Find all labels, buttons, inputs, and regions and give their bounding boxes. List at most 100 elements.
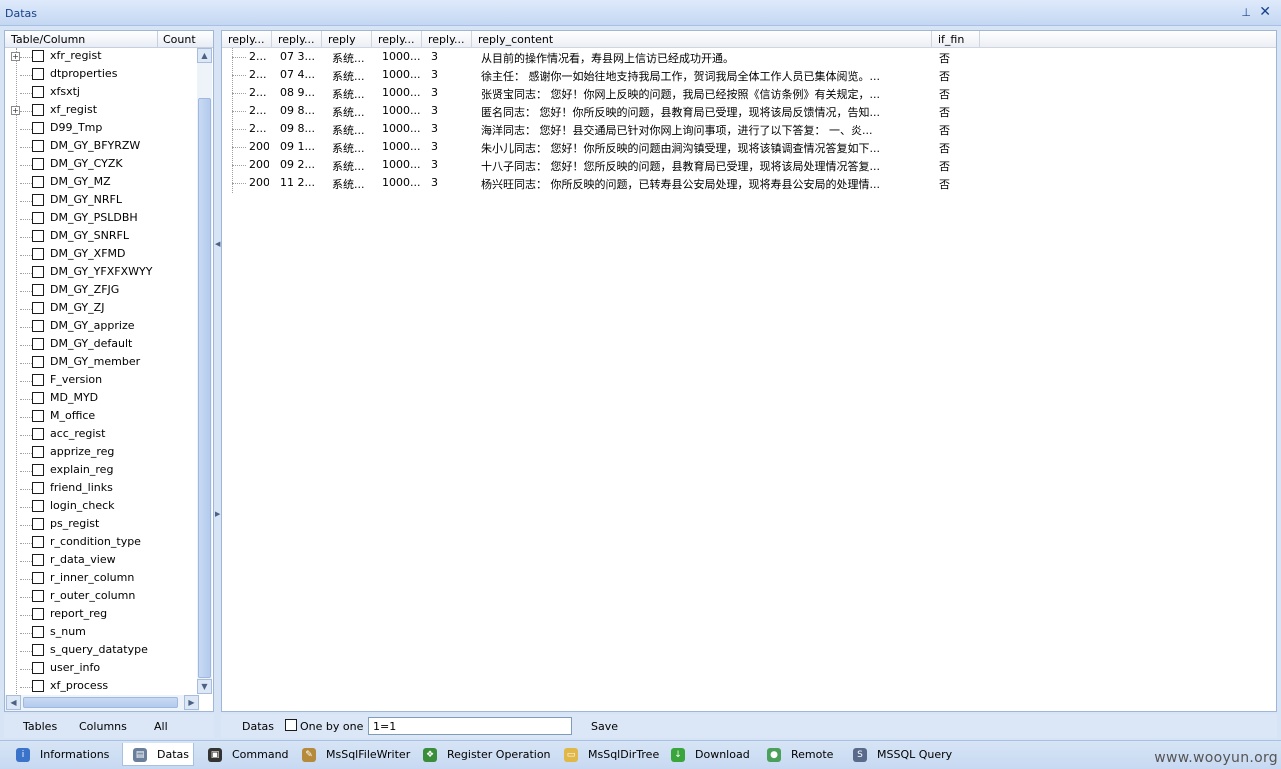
tree-item-checkbox[interactable] bbox=[32, 104, 44, 116]
grid-column-header[interactable]: reply... bbox=[272, 31, 322, 47]
grid-column-header[interactable]: if_fin bbox=[932, 31, 980, 47]
tree-item[interactable]: report_reg bbox=[5, 606, 199, 624]
table-row[interactable]: 2007 09 2... 系统... 1000... 3 十八子同志： 您好！您所反映的问… bbox=[222, 156, 1276, 174]
grid-column-header[interactable]: reply... bbox=[222, 31, 272, 47]
tree-item-checkbox[interactable] bbox=[32, 338, 44, 350]
tree-item-checkbox[interactable] bbox=[32, 626, 44, 638]
tree-item[interactable]: user_info bbox=[5, 660, 199, 678]
tree-item[interactable]: D99_Tmp bbox=[5, 120, 199, 138]
scroll-thumb[interactable] bbox=[198, 98, 211, 678]
tree-item[interactable]: + xf_regist bbox=[5, 102, 199, 120]
tree-item[interactable]: F_version bbox=[5, 372, 199, 390]
tab-command[interactable]: ▣ Command bbox=[198, 743, 289, 766]
where-condition-input[interactable] bbox=[368, 717, 572, 735]
tree-item[interactable]: login_check bbox=[5, 498, 199, 516]
tree-item[interactable]: DM_GY_apprize bbox=[5, 318, 199, 336]
tree-item-checkbox[interactable] bbox=[32, 536, 44, 548]
tree-item[interactable]: DM_GY_MZ bbox=[5, 174, 199, 192]
tree-item-checkbox[interactable] bbox=[32, 302, 44, 314]
tree-item-checkbox[interactable] bbox=[32, 68, 44, 80]
scroll-left-icon[interactable]: ◀ bbox=[6, 695, 21, 710]
tree-item[interactable]: DM_GY_XFMD bbox=[5, 246, 199, 264]
tree-item-checkbox[interactable] bbox=[32, 644, 44, 656]
tree-item-checkbox[interactable] bbox=[32, 608, 44, 620]
tab-remote[interactable]: ● Remote bbox=[757, 743, 839, 766]
close-icon[interactable]: ✕ bbox=[1259, 4, 1271, 20]
table-row[interactable]: 2... 08 9... 系统... 1000... 3 张贤宝同志： 您好！你网上反映的… bbox=[222, 84, 1276, 102]
save-button[interactable]: Save bbox=[591, 720, 618, 733]
grid-column-header[interactable]: reply... bbox=[422, 31, 472, 47]
hscroll-thumb[interactable] bbox=[23, 697, 178, 708]
tree-item-checkbox[interactable] bbox=[32, 320, 44, 332]
tab-mssql-query[interactable]: S MSSQL Query bbox=[843, 743, 953, 766]
tree-item-checkbox[interactable] bbox=[32, 176, 44, 188]
tree-item[interactable]: explain_reg bbox=[5, 462, 199, 480]
tree-item[interactable]: DM_GY_PSLDBH bbox=[5, 210, 199, 228]
tree-item-checkbox[interactable] bbox=[32, 266, 44, 278]
tree-item[interactable]: ps_regist bbox=[5, 516, 199, 534]
table-row[interactable]: 2... 09 8... 系统... 1000... 3 匿名同志： 您好！你所反映的问题… bbox=[222, 102, 1276, 120]
tab-register-operation[interactable]: ❖ Register Operation bbox=[413, 743, 551, 766]
grid-column-header[interactable]: reply... bbox=[372, 31, 422, 47]
tab-columns[interactable]: Columns bbox=[79, 720, 127, 733]
tree-item-checkbox[interactable] bbox=[32, 518, 44, 530]
tree-item[interactable]: xf_process bbox=[5, 678, 199, 694]
table-row[interactable]: 2007 11 2... 系统... 1000... 3 杨兴旺同志： 你所反映的问题，已… bbox=[222, 174, 1276, 192]
tree-item[interactable]: xfsxtj bbox=[5, 84, 199, 102]
tab-tables[interactable]: Tables bbox=[23, 720, 57, 733]
tree-item[interactable]: r_inner_column bbox=[5, 570, 199, 588]
tree-item[interactable]: dtproperties bbox=[5, 66, 199, 84]
panel-splitter[interactable]: ◀ ▶ bbox=[214, 30, 220, 712]
expand-icon[interactable]: + bbox=[11, 52, 20, 61]
tree-item[interactable]: s_num bbox=[5, 624, 199, 642]
tree-item[interactable]: r_condition_type bbox=[5, 534, 199, 552]
grid-column-header[interactable]: reply bbox=[322, 31, 372, 47]
tree-item-checkbox[interactable] bbox=[32, 86, 44, 98]
tree-item-checkbox[interactable] bbox=[32, 428, 44, 440]
tree-item[interactable]: DM_GY_BFYRZW bbox=[5, 138, 199, 156]
tree-item-checkbox[interactable] bbox=[32, 158, 44, 170]
tree-item-checkbox[interactable] bbox=[32, 140, 44, 152]
tree-item-checkbox[interactable] bbox=[32, 50, 44, 62]
tree-item[interactable]: DM_GY_ZFJG bbox=[5, 282, 199, 300]
tree-item-checkbox[interactable] bbox=[32, 590, 44, 602]
tree-item-checkbox[interactable] bbox=[32, 464, 44, 476]
pin-icon[interactable]: ⊥ bbox=[1241, 6, 1251, 19]
table-row[interactable]: 2007 09 1... 系统... 1000... 3 朱小儿同志： 您好！你所反映的问… bbox=[222, 138, 1276, 156]
tree-item[interactable]: MD_MYD bbox=[5, 390, 199, 408]
tree-item[interactable]: DM_GY_YFXFXWYY bbox=[5, 264, 199, 282]
table-row[interactable]: 2... 09 8... 系统... 1000... 3 海洋同志： 您好！县交通局已针对… bbox=[222, 120, 1276, 138]
tab-mssqlfilewriter[interactable]: ✎ MsSqlFileWriter bbox=[292, 743, 410, 766]
datas-button[interactable]: Datas bbox=[242, 720, 274, 733]
tree-item[interactable]: apprize_reg bbox=[5, 444, 199, 462]
tree-item[interactable]: M_office bbox=[5, 408, 199, 426]
tree-item-checkbox[interactable] bbox=[32, 212, 44, 224]
tree-item[interactable]: s_query_datatype bbox=[5, 642, 199, 660]
tree-item-checkbox[interactable] bbox=[32, 446, 44, 458]
tree-item[interactable]: DM_GY_SNRFL bbox=[5, 228, 199, 246]
one-by-one-checkbox[interactable] bbox=[285, 719, 297, 731]
tree-item-checkbox[interactable] bbox=[32, 410, 44, 422]
tree-item-checkbox[interactable] bbox=[32, 680, 44, 692]
tree-item[interactable]: acc_regist bbox=[5, 426, 199, 444]
tree-item-checkbox[interactable] bbox=[32, 500, 44, 512]
scroll-down-icon[interactable]: ▼ bbox=[197, 679, 212, 694]
tree-item[interactable]: r_data_view bbox=[5, 552, 199, 570]
tree-item-checkbox[interactable] bbox=[32, 122, 44, 134]
tree-item-checkbox[interactable] bbox=[32, 374, 44, 386]
tree-item[interactable]: DM_GY_CYZK bbox=[5, 156, 199, 174]
scroll-up-icon[interactable]: ▲ bbox=[197, 48, 212, 63]
tree-item-checkbox[interactable] bbox=[32, 248, 44, 260]
tab-download[interactable]: ↓ Download bbox=[661, 743, 753, 766]
tree-item-checkbox[interactable] bbox=[32, 356, 44, 368]
tab-all[interactable]: All bbox=[154, 720, 168, 733]
table-row[interactable]: 2... 07 3... 系统... 1000... 3 从目前的操作情况看，寿县网上信访… bbox=[222, 48, 1276, 66]
tree-item[interactable]: + xfr_regist bbox=[5, 48, 199, 66]
collapse-right-icon[interactable]: ▶ bbox=[215, 510, 220, 518]
tree-item[interactable]: r_outer_column bbox=[5, 588, 199, 606]
tree-item[interactable]: DM_GY_ZJ bbox=[5, 300, 199, 318]
tab-informations[interactable]: i Informations bbox=[6, 743, 118, 766]
tree-horizontal-scrollbar[interactable]: ◀ ▶ bbox=[5, 695, 199, 711]
table-row[interactable]: 2... 07 4... 系统... 1000... 3 徐主任： 感谢你一如始往地支持我… bbox=[222, 66, 1276, 84]
expand-icon[interactable]: + bbox=[11, 106, 20, 115]
